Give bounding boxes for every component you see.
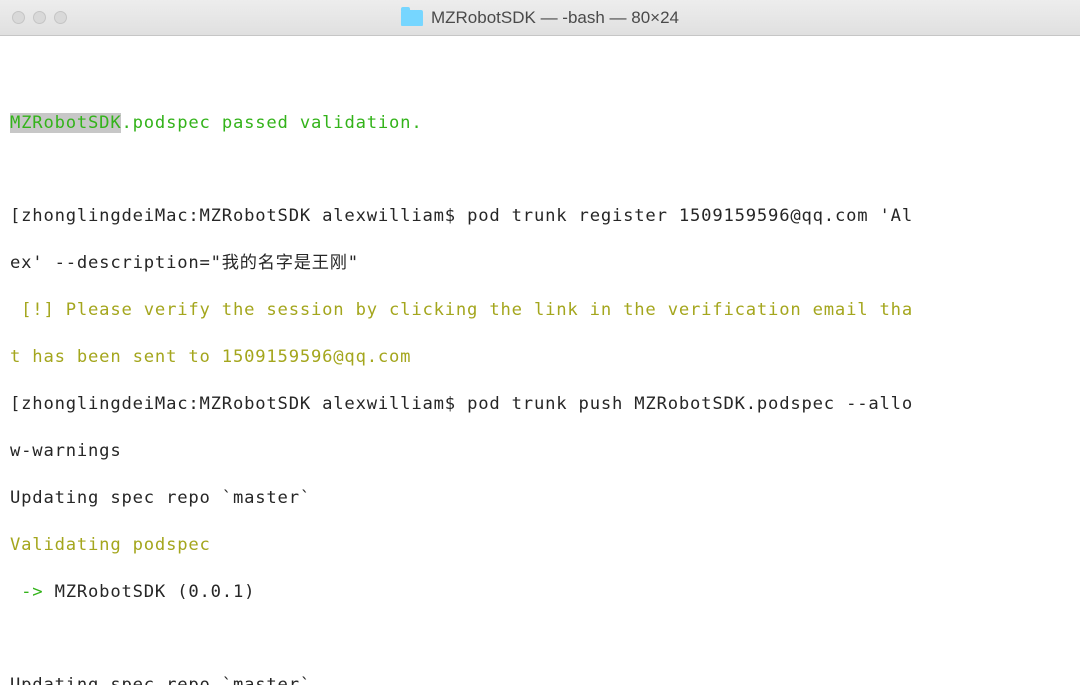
window-title-area: MZRobotSDK — -bash — 80×24 (401, 8, 679, 28)
traffic-lights (0, 11, 67, 24)
updating-spec-1: Updating spec repo `master` (10, 487, 1070, 510)
close-window-button[interactable] (12, 11, 25, 24)
arrow-line: -> MZRobotSDK (0.0.1) (10, 581, 1070, 604)
cmd-push-part1: pod trunk push MZRobotSDK.podspec --allo (467, 394, 913, 414)
updating-spec-2: Updating spec repo `master` (10, 674, 1070, 685)
terminal-output[interactable]: MZRobotSDK.podspec passed validation. [z… (0, 36, 1080, 685)
cmd-register-part1: pod trunk register 1509159596@qq.com 'Al (467, 206, 913, 226)
minimize-window-button[interactable] (33, 11, 46, 24)
arrow-marker: -> (10, 582, 55, 602)
validation-suffix: .podspec passed validation. (121, 113, 422, 133)
prompt-register-line: [zhonglingdeiMac:MZRobotSDK alexwilliam$… (10, 205, 1070, 228)
blank-line (10, 65, 1070, 88)
validating-podspec: Validating podspec (10, 534, 1070, 557)
titlebar: MZRobotSDK — -bash — 80×24 (0, 0, 1080, 36)
prompt-1: [zhonglingdeiMac:MZRobotSDK alexwilliam$ (10, 206, 467, 226)
window-title: MZRobotSDK — -bash — 80×24 (431, 8, 679, 28)
prompt-2: [zhonglingdeiMac:MZRobotSDK alexwilliam$ (10, 394, 467, 414)
cmd-register-wrap: ex' --description="我的名字是王刚" (10, 252, 1070, 275)
spec-name-highlight: MZRobotSDK (10, 113, 121, 133)
verify-warning-line-a: [!] Please verify the session by clickin… (10, 299, 1070, 322)
arrow-spec: MZRobotSDK (0.0.1) (55, 582, 256, 602)
cmd-push-wrap: w-warnings (10, 440, 1070, 463)
folder-icon (401, 10, 423, 26)
prompt-push-line: [zhonglingdeiMac:MZRobotSDK alexwilliam$… (10, 393, 1070, 416)
zoom-window-button[interactable] (54, 11, 67, 24)
validation-line: MZRobotSDK.podspec passed validation. (10, 112, 1070, 135)
verify-warning-line-b: t has been sent to 1509159596@qq.com (10, 346, 1070, 369)
blank-line (10, 159, 1070, 182)
blank-line (10, 628, 1070, 651)
